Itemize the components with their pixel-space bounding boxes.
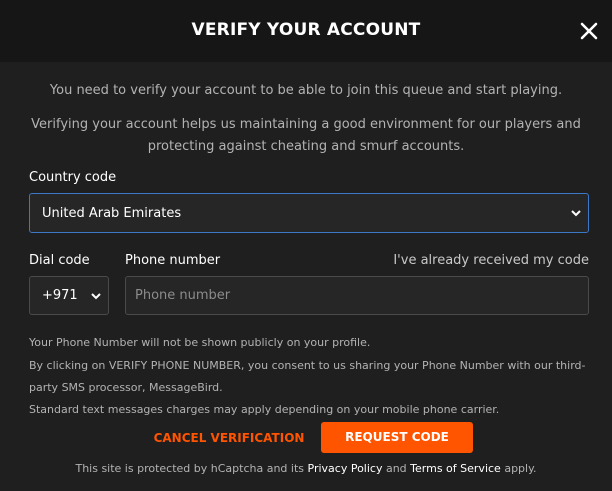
verify-account-modal: VERIFY YOUR ACCOUNT You need to verify y… bbox=[0, 0, 612, 491]
privacy-notice: Your Phone Number will not be shown publ… bbox=[29, 336, 371, 349]
phone-number-input[interactable] bbox=[125, 276, 589, 315]
privacy-policy-link[interactable]: Privacy Policy bbox=[308, 462, 383, 475]
country-code-value: United Arab Emirates bbox=[42, 205, 182, 221]
dial-code-value: +971 bbox=[42, 288, 78, 303]
footer-suffix-text: apply. bbox=[500, 462, 537, 475]
chevron-down-icon bbox=[91, 292, 101, 299]
request-code-button[interactable]: REQUEST CODE bbox=[321, 422, 473, 453]
dial-code-select[interactable]: +971 bbox=[29, 276, 109, 315]
dial-code-label: Dial code bbox=[29, 253, 90, 268]
close-button[interactable] bbox=[576, 18, 602, 44]
phone-number-label: Phone number bbox=[125, 253, 221, 268]
footer-middle-text: and bbox=[382, 462, 411, 475]
intro-text-environment: Verifying your account helps us maintain… bbox=[31, 117, 581, 154]
consent-notice: By clicking on VERIFY PHONE NUMBER, you … bbox=[29, 359, 586, 394]
country-code-select[interactable]: United Arab Emirates bbox=[29, 193, 589, 233]
footer-prefix-text: This site is protected by hCaptcha and i… bbox=[75, 462, 308, 475]
terms-of-service-link[interactable]: Terms of Service bbox=[410, 462, 501, 475]
modal-title: VERIFY YOUR ACCOUNT bbox=[191, 20, 421, 40]
hcaptcha-footer: This site is protected by hCaptcha and i… bbox=[0, 461, 612, 477]
country-code-label: Country code bbox=[29, 170, 117, 185]
intro-text-queue: You need to verify your account to be ab… bbox=[49, 83, 563, 98]
cancel-verification-button[interactable]: CANCEL VERIFICATION bbox=[147, 425, 311, 451]
close-x-icon bbox=[580, 22, 598, 40]
chevron-down-icon bbox=[571, 210, 581, 217]
modal-header: VERIFY YOUR ACCOUNT bbox=[0, 0, 612, 62]
carrier-charges-notice: Standard text messages charges may apply… bbox=[29, 403, 500, 416]
already-received-code-link[interactable]: I've already received my code bbox=[380, 253, 589, 268]
